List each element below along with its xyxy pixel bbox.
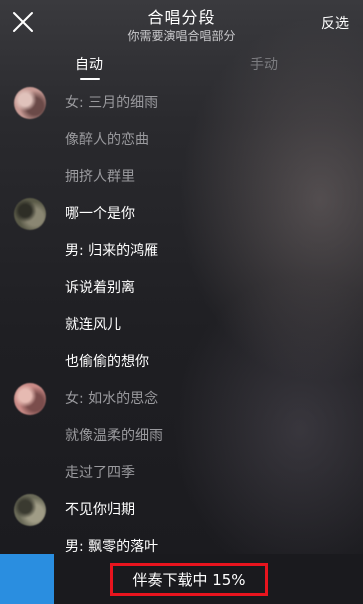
lyric-row[interactable]: 就像温柔的细雨 (0, 417, 363, 454)
lyric-text: 哪一个是你 (65, 206, 135, 222)
lyric-text: 男: 飘零的落叶 (65, 539, 159, 555)
lyric-text: 就像温柔的细雨 (65, 428, 163, 444)
lyric-text: 女: 三月的细雨 (65, 95, 159, 111)
segment-tabs: 自动 手动 (0, 48, 363, 84)
page-title: 合唱分段 (147, 8, 216, 27)
lyric-text: 诉说着别离 (65, 280, 135, 296)
singer-avatar (14, 198, 46, 230)
singer-avatar (14, 494, 46, 526)
lyric-text: 女: 如水的思念 (65, 391, 159, 407)
lyric-row[interactable]: 拥挤人群里 (0, 158, 363, 195)
header: 合唱分段 你需要演唱合唱部分 反选 (0, 0, 363, 48)
lyric-text: 就连风儿 (65, 317, 121, 333)
lyric-row[interactable]: 女: 三月的细雨 (0, 84, 363, 121)
download-status-highlight: 伴奏下载中 15% (110, 563, 268, 596)
lyric-row[interactable]: 哪一个是你 (0, 195, 363, 232)
lyric-text: 男: 归来的鸿雁 (65, 243, 159, 259)
lyric-text: 拥挤人群里 (65, 169, 135, 185)
active-tab-indicator (80, 78, 100, 80)
page-subtitle: 你需要演唱合唱部分 (127, 29, 236, 43)
lyric-row[interactable]: 就连风儿 (0, 306, 363, 343)
tab-manual[interactable]: 手动 (250, 54, 278, 74)
lyric-text: 像醉人的恋曲 (65, 132, 149, 148)
invert-selection-button[interactable]: 反选 (321, 13, 349, 33)
lyric-row[interactable]: 走过了四季 (0, 454, 363, 491)
singer-avatar (14, 383, 46, 415)
lyric-text: 走过了四季 (65, 465, 135, 481)
download-progress-fill (0, 554, 55, 604)
lyric-row[interactable]: 不见你归期 (0, 491, 363, 528)
lyric-row[interactable]: 像醉人的恋曲 (0, 121, 363, 158)
singer-avatar (14, 87, 46, 119)
lyric-row[interactable]: 女: 如水的思念 (0, 380, 363, 417)
lyric-row[interactable]: 诉说着别离 (0, 269, 363, 306)
lyric-text: 也偷偷的想你 (65, 354, 149, 370)
tab-auto[interactable]: 自动 (75, 54, 103, 74)
download-bar: 伴奏下载中 15% (0, 554, 363, 604)
lyric-text: 不见你归期 (65, 502, 135, 518)
lyric-row[interactable]: 男: 归来的鸿雁 (0, 232, 363, 269)
download-status-text: 伴奏下载中 15% (132, 571, 246, 589)
lyric-row[interactable]: 也偷偷的想你 (0, 343, 363, 380)
lyrics-list: 女: 三月的细雨 像醉人的恋曲 拥挤人群里哪一个是你男: 归来的鸿雁 诉说着别离就连风… (0, 84, 363, 555)
